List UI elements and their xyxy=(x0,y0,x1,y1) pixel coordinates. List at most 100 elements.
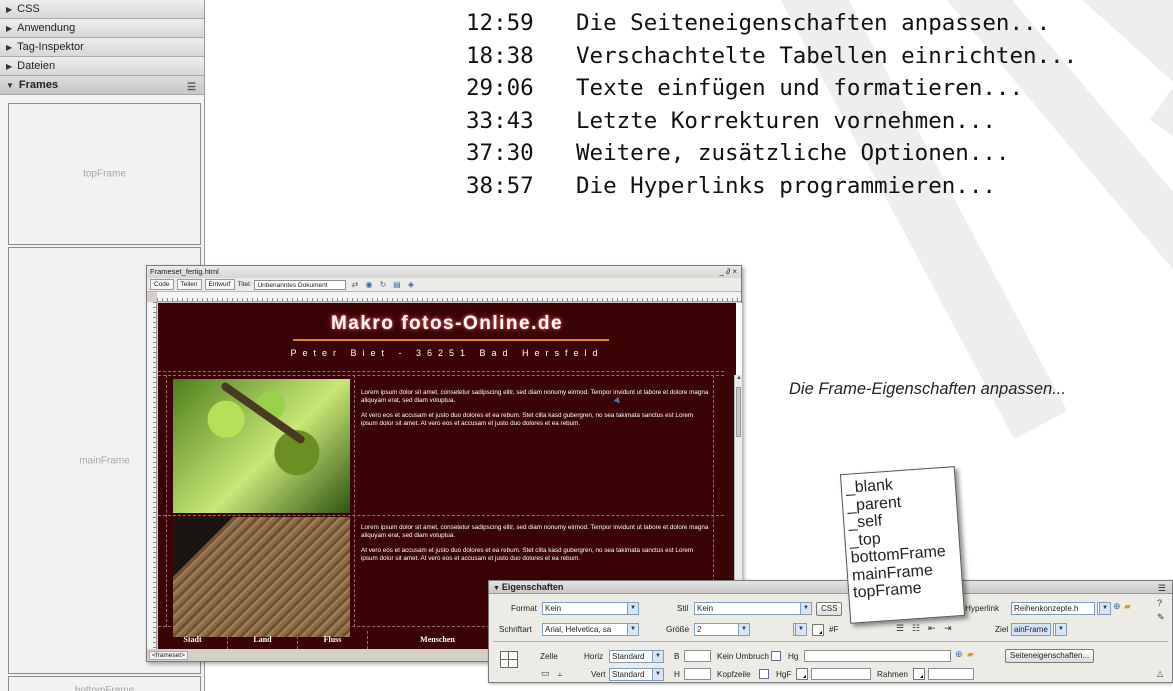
panel-options-icon[interactable]: ☰ xyxy=(187,79,196,97)
triangle-right-icon: ▶ xyxy=(6,62,13,71)
paragraph: At vero eos et accusam et justo duo dolo… xyxy=(361,547,694,562)
preview-icon[interactable]: ◉ xyxy=(363,280,374,290)
panel-header-anwendung[interactable]: ▶ Anwendung xyxy=(0,19,204,38)
vertical-scrollbar[interactable] xyxy=(734,375,742,585)
ziel-dropdown[interactable]: ▼ xyxy=(1053,623,1067,636)
ordered-list-icon[interactable]: ☷ xyxy=(912,623,920,634)
point-to-file-icon[interactable]: ⊕ xyxy=(1113,601,1121,612)
column-divider xyxy=(166,375,167,627)
kein-umbruch-label: Kein Umbruch xyxy=(717,652,769,661)
file-management-icon[interactable]: ⇄ xyxy=(349,280,360,290)
panel-options-icon[interactable]: ☰ xyxy=(1158,582,1166,595)
properties-header[interactable]: ▼ Eigenschaften ☰ xyxy=(489,581,1172,594)
paragraph: At vero eos et accusam et justo duo dolo… xyxy=(361,412,694,427)
ziel-select[interactable]: ainFrame xyxy=(1011,623,1051,636)
vert-select[interactable]: Standard ▼ xyxy=(609,668,664,681)
split-view-button[interactable]: Teilen xyxy=(176,279,202,290)
css-button[interactable]: CSS xyxy=(816,602,843,616)
height-input[interactable] xyxy=(684,668,711,680)
panel-header-dateien[interactable]: ▶ Dateien xyxy=(0,57,204,76)
nav-item-land[interactable]: Land xyxy=(228,631,298,649)
b-label: B xyxy=(674,652,680,661)
chevron-down-icon: ▼ xyxy=(738,624,749,635)
panel-header-label: Frames xyxy=(18,79,59,91)
background-image-input[interactable] xyxy=(804,650,951,662)
document-title-input[interactable]: Unbenanntes Dokument xyxy=(254,279,347,290)
chevron-down-icon: ▼ xyxy=(800,603,811,614)
collapse-icon[interactable]: △ xyxy=(1157,669,1163,678)
format-label: Format xyxy=(511,604,537,613)
chapter-title: Die Seiteneigenschaften anpassen... xyxy=(576,10,1051,36)
border-color-input[interactable] xyxy=(928,668,974,680)
border-color-swatch[interactable] xyxy=(913,668,925,680)
text-color-swatch[interactable] xyxy=(812,624,824,636)
title-underline xyxy=(293,339,609,341)
tag-selector[interactable]: <frameset> xyxy=(149,651,188,660)
quick-tag-editor-icon[interactable]: ✎ xyxy=(1157,612,1165,623)
panel-header-frames[interactable]: ▼ Frames ☰ xyxy=(0,76,204,95)
chevron-down-icon: ▼ xyxy=(652,669,663,680)
visual-aids-icon[interactable]: ◈ xyxy=(405,280,416,290)
width-input[interactable] xyxy=(684,650,711,662)
hyperlink-label: Hyperlink xyxy=(965,604,1000,613)
point-to-file-icon[interactable]: ⊕ xyxy=(955,649,963,660)
folder-icon[interactable]: ▰ xyxy=(967,649,974,660)
format-select[interactable]: Kein ▼ xyxy=(542,602,639,615)
horiz-label: Horiz xyxy=(584,652,604,661)
chapter-title: Die Hyperlinks programmieren... xyxy=(576,172,996,199)
panel-header-css[interactable]: ▶ CSS xyxy=(0,0,204,19)
unordered-list-icon[interactable]: ☰ xyxy=(896,623,904,634)
title-label: Titel: xyxy=(237,281,252,288)
hyperlink-input[interactable]: Reihenkonzepte.h xyxy=(1011,602,1095,615)
split-cells-icon[interactable]: ⫠ xyxy=(557,668,562,679)
horiz-select[interactable]: Standard ▼ xyxy=(609,650,664,663)
nav-item-stadt[interactable]: Stadt xyxy=(158,631,228,649)
stil-select[interactable]: Kein ▼ xyxy=(694,602,812,615)
frame-bottom[interactable]: bottomFrame xyxy=(8,676,201,691)
merge-cells-icon[interactable]: ▭ xyxy=(541,668,550,679)
refresh-icon[interactable]: ↻ xyxy=(377,280,388,290)
schriftart-label: Schriftart xyxy=(499,625,532,634)
kopfzeile-checkbox[interactable] xyxy=(759,669,769,679)
stil-label: Stil xyxy=(677,604,689,613)
frame-divider xyxy=(158,371,724,372)
hgf-label: HgF xyxy=(776,670,792,679)
chapter-item: 18:38 Verschachtelte Tabellen einrichten.… xyxy=(466,40,1077,73)
kein-umbruch-checkbox[interactable] xyxy=(771,651,781,661)
panel-header-tag-inspektor[interactable]: ▶ Tag-Inspektor xyxy=(0,38,204,57)
chapter-time: 33:43 xyxy=(466,107,534,134)
window-controls[interactable]: _ ∂ × xyxy=(719,266,737,278)
frame-divider xyxy=(158,375,724,376)
outdent-icon[interactable]: ⇤ xyxy=(928,623,936,634)
vert-value: Standard xyxy=(612,670,645,679)
background-color-input[interactable] xyxy=(811,668,871,680)
frame-top[interactable]: topFrame xyxy=(8,103,201,245)
schriftart-select[interactable]: Arial, Helvetica, sa ▼ xyxy=(542,623,639,636)
format-value: Kein xyxy=(545,604,562,613)
ziel-value: ainFrame xyxy=(1014,625,1048,634)
chapter-title: Weitere, zusätzliche Optionen... xyxy=(576,140,1010,166)
hyperlink-dropdown[interactable]: ▼ xyxy=(1097,602,1111,615)
target-dropdown-list: _blank _parent _self _top bottomFrame ma… xyxy=(839,466,966,624)
document-titlebar: Frameset_fertig.html _ ∂ × xyxy=(147,266,741,278)
folder-icon[interactable]: ▰ xyxy=(1124,601,1131,612)
view-options-icon[interactable]: ▤ xyxy=(391,280,402,290)
help-icon[interactable]: ? xyxy=(1157,598,1162,608)
groesse-value: 2 xyxy=(697,625,702,634)
scrollbar-thumb[interactable] xyxy=(736,387,741,437)
chapter-list: 12:59 Die Seiteneigenschaften anpassen...… xyxy=(466,7,1077,202)
triangle-right-icon: ▶ xyxy=(6,43,13,52)
nav-item-fluss[interactable]: Fluss xyxy=(298,631,368,649)
size-unit-select[interactable]: ▼ xyxy=(793,623,807,636)
wood-photo xyxy=(173,517,350,637)
background-color-swatch[interactable] xyxy=(796,668,808,680)
design-view-button[interactable]: Entwurf xyxy=(204,279,235,290)
stil-value: Kein xyxy=(697,604,714,613)
code-view-button[interactable]: Code xyxy=(150,279,174,290)
nav-item-menschen[interactable]: Menschen xyxy=(368,631,508,649)
groesse-select[interactable]: 2 ▼ xyxy=(694,623,750,636)
seiteneigenschaften-button[interactable]: Seiteneigenschaften... xyxy=(1005,649,1095,663)
frame-label: topFrame xyxy=(83,168,126,180)
vert-label: Vert xyxy=(591,670,606,679)
indent-icon[interactable]: ⇥ xyxy=(944,623,952,634)
